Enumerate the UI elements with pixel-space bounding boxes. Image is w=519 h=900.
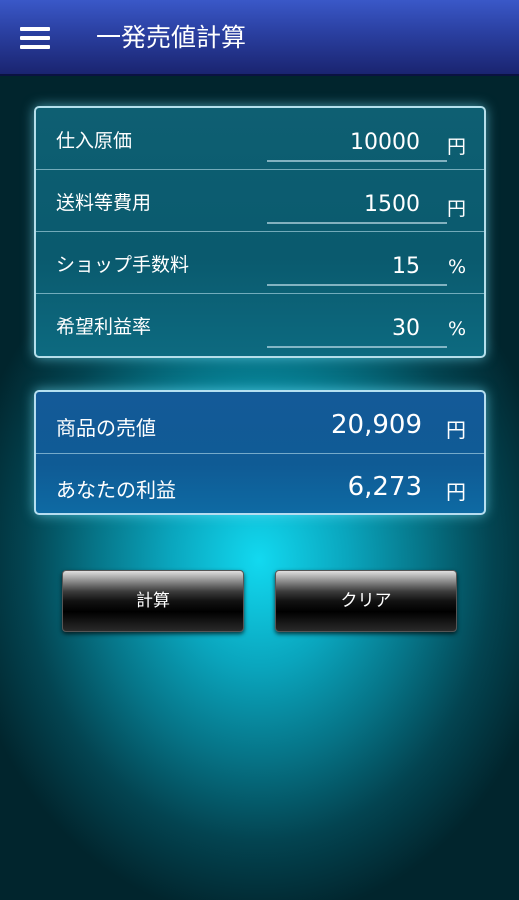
- sale-price-unit: 円: [446, 418, 466, 442]
- shop-fee-unit: %: [447, 256, 466, 278]
- result-panel: 商品の売値 20,909 円 あなたの利益 6,273 円: [34, 390, 486, 515]
- shipping-input[interactable]: 1500: [364, 192, 420, 217]
- profit-rate-label: 希望利益率: [56, 316, 152, 338]
- input-row-profit-rate: 希望利益率 30 %: [36, 294, 484, 356]
- calculate-button[interactable]: 計算: [62, 570, 244, 632]
- input-row-cost: 仕入原価 10000 円: [36, 108, 484, 170]
- shop-fee-input[interactable]: 15: [392, 254, 420, 279]
- profit-value: 6,273: [347, 472, 422, 502]
- result-row-price: 商品の売値 20,909 円: [36, 392, 484, 454]
- shop-fee-label: ショップ手数料: [56, 254, 190, 276]
- cost-input[interactable]: 10000: [350, 130, 420, 155]
- sale-price-label: 商品の売値: [56, 416, 156, 440]
- shipping-input-underline: [267, 222, 447, 224]
- shop-fee-input-underline: [267, 284, 447, 286]
- profit-rate-input-underline: [267, 346, 447, 348]
- profit-label: あなたの利益: [56, 478, 176, 502]
- cost-unit: 円: [446, 136, 466, 158]
- sale-price-value: 20,909: [331, 410, 422, 440]
- input-panel: 仕入原価 10000 円 送料等費用 1500 円 ショップ手数料 15 % 希…: [34, 106, 486, 358]
- profit-rate-input[interactable]: 30: [392, 316, 420, 341]
- input-row-shop-fee: ショップ手数料 15 %: [36, 232, 484, 294]
- app-title: 一発売値計算: [96, 23, 247, 52]
- profit-rate-unit: %: [447, 318, 466, 340]
- profit-unit: 円: [446, 480, 466, 504]
- input-row-shipping: 送料等費用 1500 円: [36, 170, 484, 232]
- shipping-unit: 円: [446, 198, 466, 220]
- app-bar: 一発売値計算: [0, 0, 519, 76]
- shipping-label: 送料等費用: [56, 192, 152, 214]
- cost-label: 仕入原価: [56, 130, 133, 152]
- cost-input-underline: [267, 160, 447, 162]
- hamburger-menu-icon[interactable]: [20, 27, 50, 49]
- clear-button[interactable]: クリア: [275, 570, 457, 632]
- result-row-profit: あなたの利益 6,273 円: [36, 454, 484, 516]
